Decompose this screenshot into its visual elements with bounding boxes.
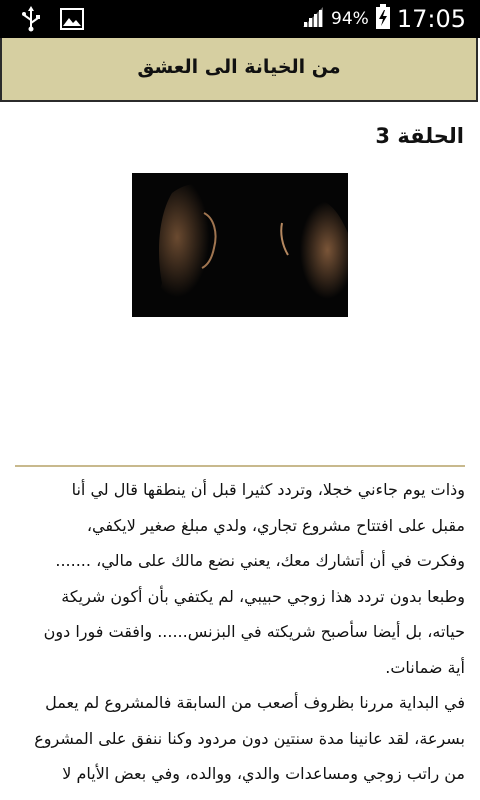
story-line: بسرعة، لقد عانينا مدة سنتين دون مردود وك…: [34, 728, 465, 748]
app-title: من الخيانة الى العشق: [137, 56, 341, 78]
story-line: أية ضمانات.: [385, 657, 465, 677]
story-line: وفكرت في أن أتشارك معك، يعني نضع مالك عل…: [55, 551, 465, 570]
app-bar: من الخيانة الى العشق: [0, 38, 478, 102]
story-line: من راتب زوجي ومساعدات والدي، ووالده، وفي…: [62, 764, 465, 783]
couple-image: [132, 173, 348, 317]
image-notification-icon: [60, 8, 84, 34]
episode-title: الحلقة 3: [375, 124, 464, 148]
usb-icon: [20, 6, 42, 36]
story-line: حياته، بل أيضا سأصبح شريكته في البزنس...…: [43, 622, 465, 641]
story-text: وذات يوم جاءني خجلا، وتردد كثيرا قبل أن …: [15, 472, 465, 792]
battery-percent: 94%: [331, 9, 369, 29]
battery-charging-icon: [375, 4, 391, 34]
story-line: وذات يوم جاءني خجلا، وتردد كثيرا قبل أن …: [71, 480, 465, 499]
story-content[interactable]: الحلقة 3 وذات يوم جاءني خجلا، وتردد كثير…: [0, 102, 480, 800]
story-line: وطبعا بدون تردد هذا زوجي حبيبي، لم يكتفي…: [61, 586, 465, 606]
story-line: في البداية مررنا بظروف أصعب من السابقة ف…: [45, 693, 465, 712]
story-line: مقبل على افتتاح مشروع تجاري، ولدي مبلغ ص…: [86, 515, 465, 535]
divider: [15, 465, 465, 467]
signal-icon: [301, 5, 325, 33]
clock: 17:05: [396, 5, 466, 33]
status-bar: 94% 17:05: [0, 0, 480, 38]
